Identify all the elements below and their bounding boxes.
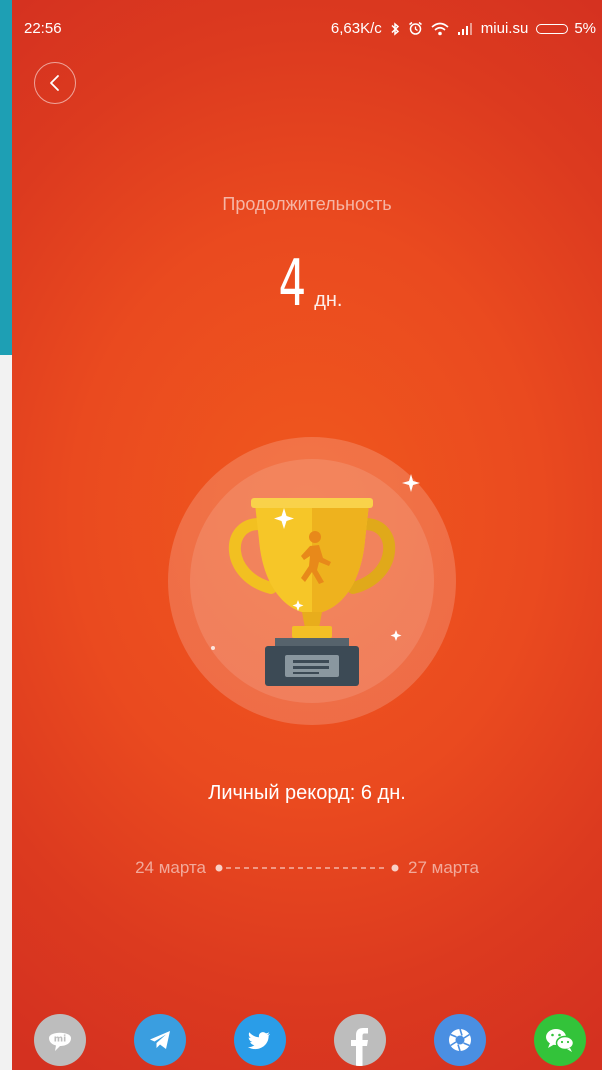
carrier-name: miui.su (480, 20, 529, 37)
duration-label: Продолжительность (222, 194, 392, 214)
alarm-icon (408, 21, 423, 36)
end-date: 27 марта (408, 858, 479, 877)
share-wechat-button[interactable] (534, 1014, 586, 1066)
twitter-icon (247, 1032, 270, 1050)
share-camera-button[interactable] (434, 1014, 486, 1066)
battery-level: 5% (574, 20, 596, 37)
wechat-icon (546, 1029, 575, 1052)
telegram-icon (150, 1031, 170, 1049)
trophy-badge (167, 436, 457, 726)
aperture-icon (449, 1028, 471, 1052)
mi-chat-icon: mi (49, 1032, 71, 1051)
share-bar: mi (12, 1014, 602, 1068)
date-range: 24 марта 27 марта (12, 858, 602, 878)
status-bar: 22:56 6,63K/c miui.su 5% (12, 0, 602, 50)
status-time: 22:56 (24, 20, 62, 37)
duration-value: 4 дн. (12, 252, 602, 316)
signal-icon (457, 22, 473, 35)
trophy-runner-icon (168, 437, 456, 725)
background-app-accent (0, 0, 12, 355)
share-facebook-button[interactable] (334, 1014, 386, 1066)
svg-text:mi: mi (54, 1035, 66, 1045)
wifi-icon (431, 22, 449, 36)
share-mi-talk-button[interactable]: mi (34, 1014, 86, 1066)
duration-unit: дн. (314, 289, 343, 311)
back-button[interactable] (34, 62, 76, 104)
facebook-icon (351, 1028, 368, 1066)
timeline-line (215, 864, 399, 872)
bluetooth-icon (390, 21, 400, 36)
start-date: 24 марта (135, 858, 206, 877)
duration-number: 4 (278, 247, 306, 321)
achievement-screen: 22:56 6,63K/c miui.su 5% Продолжительнос… (12, 0, 602, 1070)
status-indicators: 6,63K/c miui.su 5% (331, 20, 596, 37)
personal-record: Личный рекорд: 6 дн. (208, 782, 406, 804)
share-telegram-button[interactable] (134, 1014, 186, 1066)
network-speed: 6,63K/c (330, 20, 382, 37)
battery-icon (536, 23, 569, 34)
background-app-edge (0, 0, 12, 1070)
chevron-left-icon (50, 75, 59, 91)
share-twitter-button[interactable] (234, 1014, 286, 1066)
